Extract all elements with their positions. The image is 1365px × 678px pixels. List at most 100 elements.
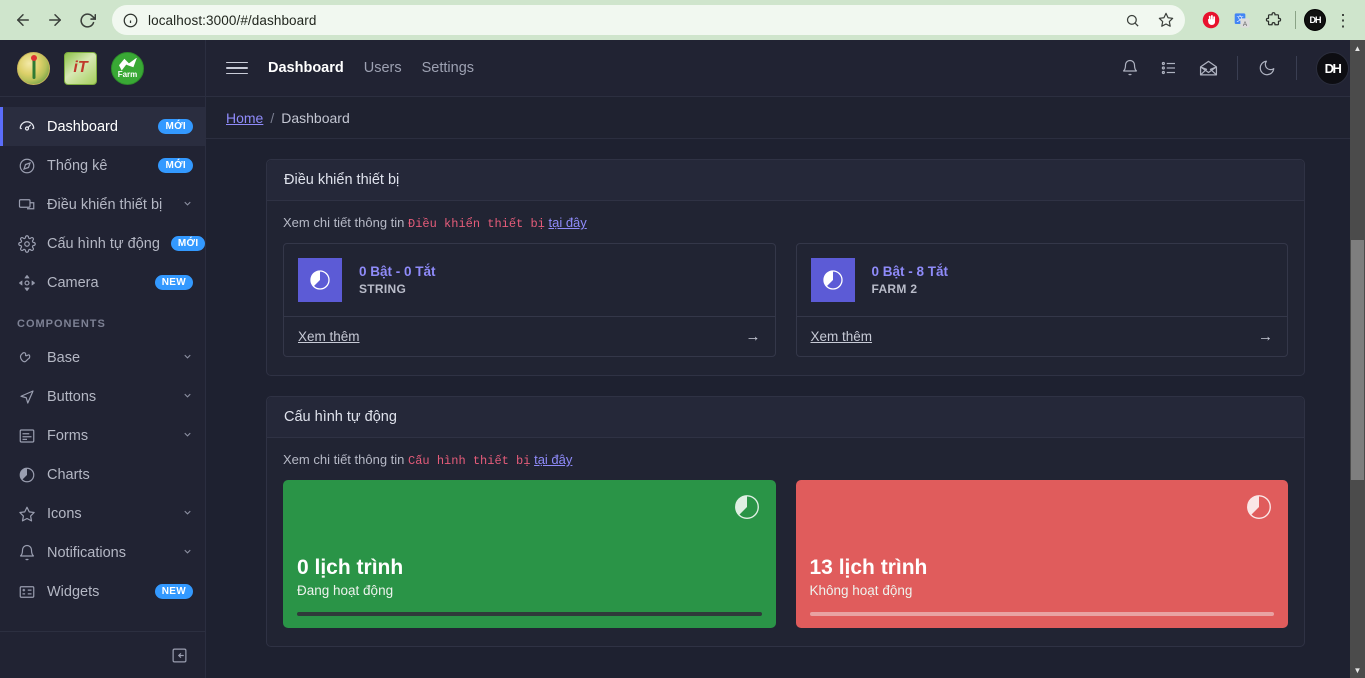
speedometer-icon <box>17 117 36 136</box>
sidebar-item-label: Dashboard <box>47 118 118 135</box>
chevron-down-icon[interactable] <box>182 390 193 404</box>
hint-prefix: Xem chi tiết thông tin <box>283 452 405 467</box>
collapse-sidebar-icon[interactable] <box>169 645 189 665</box>
breadcrumb: Home / Dashboard <box>206 97 1365 139</box>
sidebar-item-dashboard[interactable]: Dashboard MỚI <box>0 107 205 146</box>
monitor-icon <box>17 195 36 214</box>
device-tile-string[interactable]: 0 Bật - 0 Tắt STRING Xem thêm → <box>283 243 776 357</box>
sidebar-item-badge: MỚI <box>158 158 193 173</box>
sidebar-item-label: Widgets <box>47 583 100 600</box>
arrow-right-icon[interactable]: → <box>746 328 761 345</box>
sidebar-item-widgets[interactable]: Widgets NEW <box>0 572 205 611</box>
breadcrumb-home[interactable]: Home <box>226 110 263 126</box>
schedule-tile-active[interactable]: 0 lịch trình Đang hoạt động <box>283 480 776 628</box>
form-icon <box>17 426 36 445</box>
tile-value: 0 Bật - 0 Tắt <box>359 264 436 279</box>
chevron-down-icon[interactable] <box>182 351 193 365</box>
view-more-link[interactable]: Xem thêm <box>298 329 360 344</box>
card-body: Xem chi tiết thông tin Cấu hình thiết bị… <box>267 438 1304 646</box>
sidebar-footer <box>0 631 205 678</box>
sidebar-brand-logos[interactable]: iT Farm <box>0 40 205 97</box>
progress-bar <box>809 612 1274 616</box>
it-logo-text: iT <box>73 59 88 76</box>
sidebar-item-camera[interactable]: Camera NEW <box>0 263 205 302</box>
compass-icon <box>17 156 36 175</box>
header-divider <box>1296 56 1297 80</box>
scroll-up-arrow-icon[interactable]: ▲ <box>1350 40 1365 56</box>
sidebar-item-forms[interactable]: Forms <box>0 416 205 455</box>
header-nav-users[interactable]: Users <box>364 60 402 76</box>
hint-link[interactable]: tại đây <box>534 452 572 467</box>
widgets-icon <box>17 582 36 601</box>
sidebar-item-icons[interactable]: Icons <box>0 494 205 533</box>
sidebar-item-label: Icons <box>47 505 82 522</box>
sidebar-item-notifications[interactable]: Notifications <box>0 533 205 572</box>
company-emblem-logo <box>17 51 50 85</box>
schedule-label: Đang hoạt động <box>297 583 394 598</box>
tile-footer: Xem thêm → <box>284 316 775 356</box>
avatar[interactable]: DH <box>1316 51 1349 85</box>
chevron-down-icon[interactable] <box>182 198 193 212</box>
header-nav: Dashboard Users Settings <box>268 60 474 76</box>
envelope-icon[interactable] <box>1198 58 1218 78</box>
sidebar-item-dieu-khien-thiet-bi[interactable]: Điều khiển thiết bị <box>0 185 205 224</box>
task-list-icon[interactable] <box>1159 58 1179 78</box>
sidebar-item-thong-ke[interactable]: Thống kê MỚI <box>0 146 205 185</box>
site-info-icon[interactable] <box>120 10 140 30</box>
hint-link[interactable]: tại đây <box>548 215 586 230</box>
puzzle-icon <box>17 348 36 367</box>
breadcrumb-current: Dashboard <box>281 109 350 126</box>
tile-spacer <box>297 494 762 556</box>
card-auto-config: Cấu hình tự động Xem chi tiết thông tin … <box>266 396 1305 647</box>
star-icon[interactable] <box>1153 7 1179 33</box>
arrow-right-icon[interactable]: → <box>1258 328 1273 345</box>
adblock-icon[interactable] <box>1197 6 1225 34</box>
view-more-link[interactable]: Xem thêm <box>811 329 873 344</box>
three-dot-menu-icon[interactable]: ⋮ <box>1329 6 1357 34</box>
sidebar-item-badge: NEW <box>154 584 193 599</box>
puzzle-extensions-icon[interactable] <box>1259 6 1287 34</box>
url-text[interactable]: localhost:3000/#/dashboard <box>148 13 1111 28</box>
sidebar-item-label: Notifications <box>47 544 126 561</box>
chevron-down-icon[interactable] <box>182 429 193 443</box>
chevron-down-icon[interactable] <box>182 546 193 560</box>
tile-content: 0 Bật - 8 Tắt FARM 2 <box>797 244 1288 316</box>
sidebar-item-badge: MỚI <box>158 119 193 134</box>
back-arrow-icon[interactable] <box>8 5 38 35</box>
card-title: Điều khiển thiết bị <box>267 160 1304 201</box>
device-tile-farm-2[interactable]: 0 Bật - 8 Tắt FARM 2 Xem thêm → <box>795 243 1288 357</box>
translate-icon[interactable]: 文A <box>1228 6 1256 34</box>
schedule-tile-inactive[interactable]: 13 lịch trình Không hoạt động <box>795 480 1288 628</box>
schedule-label: Không hoạt động <box>809 583 913 598</box>
tile-text: 0 Bật - 0 Tắt STRING <box>359 264 436 296</box>
application-window: iT Farm Dashboard MỚI Thống kê MỚI Điều … <box>0 40 1365 678</box>
chevron-down-icon[interactable] <box>182 507 193 521</box>
header-nav-dashboard[interactable]: Dashboard <box>268 60 344 76</box>
app-header: Dashboard Users Settings DH <box>206 40 1365 97</box>
scroll-down-arrow-icon[interactable]: ▼ <box>1350 662 1365 678</box>
page-scrollbar[interactable]: ▲ ▼ <box>1350 40 1365 678</box>
scrollbar-thumb[interactable] <box>1351 240 1364 480</box>
browser-extension-area: 文A DH ⋮ <box>1193 6 1357 34</box>
forward-arrow-icon[interactable] <box>40 5 70 35</box>
sidebar-item-buttons[interactable]: Buttons <box>0 377 205 416</box>
address-bar[interactable]: localhost:3000/#/dashboard <box>112 5 1185 35</box>
main-area: Dashboard Users Settings DH Home / Dashb… <box>206 40 1365 678</box>
hint-prefix: Xem chi tiết thông tin <box>283 215 405 230</box>
pie-chart-icon <box>298 258 342 302</box>
search-icon[interactable] <box>1119 7 1145 33</box>
bell-icon[interactable] <box>1120 58 1140 78</box>
gear-icon <box>17 234 36 253</box>
sidebar-item-base[interactable]: Base <box>0 338 205 377</box>
sidebar-item-charts[interactable]: Charts <box>0 455 205 494</box>
tile-label: STRING <box>359 282 407 296</box>
sidebar-item-label: Forms <box>47 427 89 444</box>
toolbar-divider <box>1295 11 1296 29</box>
cursor-icon <box>17 387 36 406</box>
hamburger-icon[interactable] <box>226 57 248 79</box>
reload-icon[interactable] <box>72 5 102 35</box>
header-nav-settings[interactable]: Settings <box>422 60 474 76</box>
browser-profile-avatar[interactable]: DH <box>1304 9 1326 31</box>
sidebar-item-cau-hinh-tu-dong[interactable]: Cấu hình tự động MỚI <box>0 224 205 263</box>
moon-icon[interactable] <box>1257 58 1277 78</box>
